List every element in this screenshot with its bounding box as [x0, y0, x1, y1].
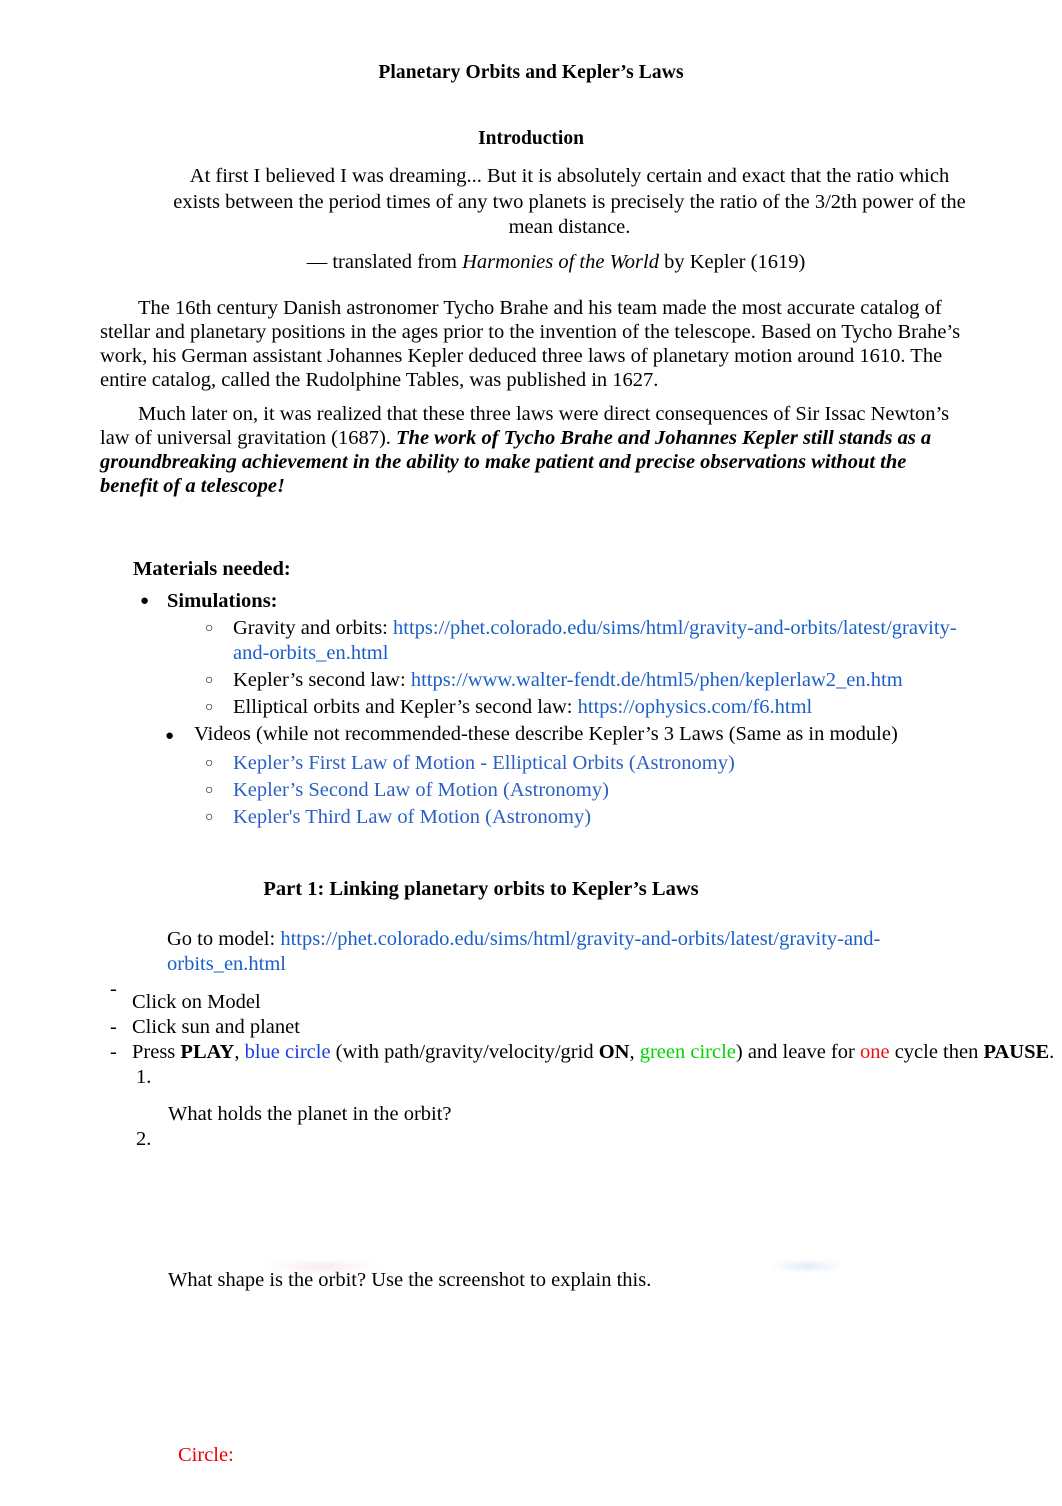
question-number: 2.: [136, 1127, 152, 1150]
goto-model-line: Go to model: https://phet.colorado.edu/s…: [0, 901, 1062, 977]
quote-attribution: — translated from Harmonies of the World…: [0, 241, 1062, 274]
intro-paragraph-2: Much later on, it was realized that thes…: [0, 392, 1062, 498]
press-sep-2: ,: [629, 1040, 640, 1063]
attribution-suffix: by Kepler (1619): [658, 250, 806, 273]
bullet-filled-icon: ●: [165, 727, 175, 744]
on-keyword: ON: [598, 1040, 630, 1063]
step-text: Click on Model: [132, 990, 261, 1013]
blue-circle-keyword: blue circle: [244, 1040, 331, 1063]
list-item-videos: ● Videos (while not recommended-these des…: [0, 720, 1062, 749]
one-keyword: one: [859, 1040, 890, 1063]
sim-label-kepler-second: Kepler’s second law:: [233, 668, 411, 691]
question-text: What holds the planet in the orbit?: [168, 1102, 452, 1125]
question-number: 1.: [136, 1065, 152, 1088]
step-press-play: - Press PLAY, blue circle (with path/gra…: [0, 1040, 1062, 1065]
bullet-hollow-icon: ○: [205, 672, 214, 688]
press-step-text: Press PLAY, blue circle (with path/gravi…: [132, 1041, 1054, 1063]
link-walter-fendt-keplerlaw2[interactable]: https://www.walter-fendt.de/html5/phen/k…: [411, 669, 903, 691]
press-mid: (with path/gravity/velocity/grid: [330, 1040, 599, 1063]
press-sep-1: ,: [234, 1040, 245, 1063]
bullet-filled-icon: ●: [140, 592, 150, 609]
introduction-heading: Introduction: [478, 128, 584, 149]
sim-label-gravity: Gravity and orbits:: [233, 616, 393, 639]
press-after: ) and leave for: [735, 1040, 860, 1063]
bullet-hollow-icon: ○: [205, 755, 214, 771]
dash-marker-icon: -: [110, 977, 117, 1000]
list-item-video-third-law: ○ Kepler's Third Law of Motion (Astronomy…: [0, 803, 1062, 830]
pause-keyword: PAUSE: [983, 1040, 1050, 1063]
list-item-sim-elliptical: ○ Elliptical orbits and Kepler’s second l…: [0, 693, 1062, 720]
list-item-simulations: ● Simulations:: [0, 581, 1062, 614]
goto-model-label: Go to model:: [167, 927, 281, 950]
green-circle-keyword: green circle: [639, 1040, 736, 1063]
press-tail: cycle then: [889, 1040, 984, 1063]
materials-heading: Materials needed:: [133, 557, 291, 580]
circle-note: Circle:: [178, 1443, 234, 1466]
step-click-sun-planet: - Click sun and planet: [0, 1015, 1062, 1040]
dash-marker-icon: -: [110, 1040, 117, 1063]
intro-paragraph-1: The 16th century Danish astronomer Tycho…: [100, 296, 961, 391]
simulations-label: Simulations:: [167, 589, 278, 612]
list-item-video-first-law: ○ Kepler’s First Law of Motion - Elliptic…: [0, 749, 1062, 776]
bullet-hollow-icon: ○: [205, 620, 214, 636]
videos-label: Videos (while not recommended-these desc…: [194, 722, 898, 745]
press-prefix: Press: [132, 1040, 181, 1063]
list-item-sim-gravity-orbits: ○ Gravity and orbits: https://phet.colora…: [0, 614, 1062, 666]
question-2: 2. What shape is the orbit? Use the scre…: [0, 1127, 1062, 1293]
bullet-hollow-icon: ○: [205, 782, 214, 798]
step-text: Click sun and planet: [132, 1015, 300, 1038]
link-video-second-law[interactable]: Kepler’s Second Law of Motion (Astronomy…: [233, 779, 609, 801]
page-title: Planetary Orbits and Kepler’s Laws: [378, 62, 684, 83]
dash-marker-icon: -: [110, 1015, 117, 1038]
sim-label-elliptical: Elliptical orbits and Kepler’s second la…: [233, 695, 578, 718]
attribution-prefix: — translated from: [306, 250, 463, 273]
list-item-sim-kepler-second: ○ Kepler’s second law: https://www.walter…: [0, 666, 1062, 693]
document-page: Planetary Orbits and Kepler’s Laws Intro…: [0, 0, 1062, 1506]
link-video-third-law[interactable]: Kepler's Third Law of Motion (Astronomy): [233, 806, 591, 828]
play-keyword: PLAY: [180, 1040, 235, 1063]
press-period: .: [1049, 1040, 1055, 1063]
list-item-video-second-law: ○ Kepler’s Second Law of Motion (Astronom…: [0, 776, 1062, 803]
part1-heading: Part 1: Linking planetary orbits to Kepl…: [263, 877, 699, 900]
bullet-hollow-icon: ○: [205, 809, 214, 825]
question-1: 1. What holds the planet in the orbit?: [0, 1065, 1062, 1127]
link-ophysics-f6[interactable]: https://ophysics.com/f6.html: [578, 696, 813, 718]
question-text: What shape is the orbit? Use the screens…: [168, 1268, 652, 1291]
kepler-quote: At first I believed I was dreaming... Bu…: [173, 165, 966, 238]
attribution-work-title: Harmonies of the World: [462, 250, 659, 273]
link-video-first-law[interactable]: Kepler’s First Law of Motion - Elliptica…: [233, 752, 735, 774]
bullet-hollow-icon: ○: [205, 699, 214, 715]
step-click-model: - Click on Model: [0, 977, 1062, 1015]
